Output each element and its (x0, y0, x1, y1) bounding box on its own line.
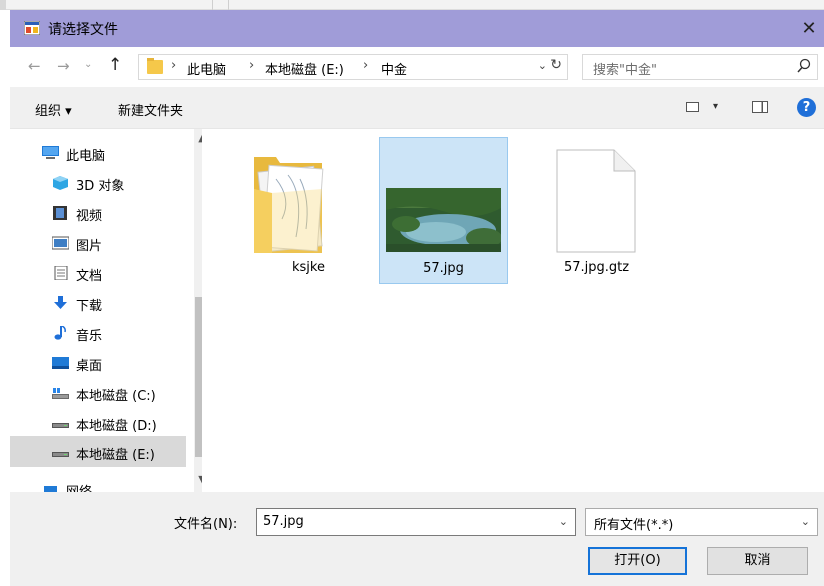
video-icon (53, 206, 67, 220)
search-placeholder: 搜索"中金" (593, 63, 657, 78)
computer-icon (42, 146, 59, 159)
search-input[interactable]: 搜索"中金" (582, 54, 818, 80)
folder-icon (254, 157, 324, 253)
filename-input[interactable]: 57.jpg ⌄ (256, 508, 576, 536)
scroll-up-icon[interactable]: ▲ (194, 131, 202, 144)
filetype-value: 所有文件(*.*) (594, 518, 674, 533)
chevron-down-icon[interactable]: ⌄ (801, 515, 810, 528)
breadcrumb-this-pc[interactable]: 此电脑 (187, 59, 226, 78)
blank-file-icon (556, 149, 636, 253)
folder-icon (147, 58, 163, 74)
sidebar-item-label: 文档 (76, 269, 103, 284)
desktop-icon (52, 357, 69, 369)
address-dropdown-icon[interactable]: ⌄ (538, 59, 547, 72)
breadcrumb-drive-e[interactable]: 本地磁盘 (E:) (265, 59, 344, 78)
filetype-select[interactable]: 所有文件(*.*) ⌄ (585, 508, 818, 536)
sidebar-scrollbar[interactable]: ▲ ▼ (194, 129, 202, 492)
breadcrumb-separator: › (171, 58, 177, 73)
file-name: ksjke (292, 260, 325, 275)
cancel-button[interactable]: 取消 (707, 547, 808, 575)
close-button[interactable]: ✕ (794, 10, 824, 47)
sidebar-item-label: 网络 (66, 481, 92, 492)
navigation-pane[interactable]: 此电脑 3D 对象 视频 图片 文档 下载 音乐 桌面 本地磁盘 (C:) 本地… (10, 129, 202, 492)
cube-icon (53, 176, 68, 190)
filename-value: 57.jpg (263, 514, 304, 529)
sidebar-item-documents[interactable]: 文档 (10, 259, 186, 288)
help-icon[interactable]: ? (797, 98, 816, 117)
sidebar-item-drive-d[interactable]: 本地磁盘 (D:) (10, 409, 186, 438)
sidebar-item-label: 图片 (76, 239, 103, 254)
drive-c-icon (52, 388, 69, 399)
address-bar[interactable]: › 此电脑 › 本地磁盘 (E:) › 中金 ⌄ ↻ (138, 54, 568, 80)
network-icon (44, 486, 57, 492)
refresh-icon[interactable]: ↻ (550, 57, 562, 73)
view-mode-icon[interactable] (686, 102, 699, 112)
title-bar: 请选择文件 ✕ (10, 10, 824, 47)
file-item-folder[interactable]: ksjke (244, 137, 373, 284)
sidebar-item-desktop[interactable]: 桌面 (10, 349, 186, 378)
sidebar-item-label: 下载 (76, 299, 103, 314)
sidebar-item-3d-objects[interactable]: 3D 对象 (10, 169, 186, 198)
recent-locations-button[interactable]: ⌄ (84, 59, 92, 70)
preview-pane-icon[interactable] (752, 101, 768, 113)
document-icon (54, 266, 68, 280)
sidebar-item-network[interactable]: 网络 (10, 475, 186, 492)
sidebar-item-drive-c[interactable]: 本地磁盘 (C:) (10, 379, 186, 408)
forward-button[interactable]: → (57, 57, 70, 75)
sidebar-item-label: 此电脑 (66, 149, 106, 164)
sidebar-item-label: 桌面 (76, 359, 103, 374)
background-window-edge (0, 0, 824, 10)
bottom-panel: 文件名(N): 57.jpg ⌄ 所有文件(*.*) ⌄ 打开(O) 取消 (10, 492, 824, 586)
filename-label: 文件名(N): (174, 517, 238, 532)
file-name: 57.jpg.gtz (563, 260, 630, 275)
sidebar-item-label: 3D 对象 (76, 179, 125, 194)
search-icon[interactable] (797, 58, 811, 74)
sidebar-item-label: 本地磁盘 (D:) (76, 419, 157, 434)
file-list[interactable]: ksjke 57.jpg 57.jpg.gtz (202, 129, 824, 492)
sidebar-item-drive-e[interactable]: 本地磁盘 (E:) (10, 436, 186, 467)
chevron-down-icon[interactable]: ⌄ (559, 515, 568, 528)
sidebar-item-music[interactable]: 音乐 (10, 319, 186, 348)
address-row: ← → ⌄ ↑ › 此电脑 › 本地磁盘 (E:) › 中金 ⌄ ↻ 搜索"中金… (10, 47, 824, 87)
breadcrumb-zhongjin[interactable]: 中金 (381, 59, 407, 78)
sidebar-item-label: 本地磁盘 (E:) (76, 448, 155, 463)
back-button[interactable]: ← (28, 57, 41, 75)
up-button[interactable]: ↑ (108, 55, 122, 75)
window-title: 请选择文件 (48, 22, 118, 38)
picture-icon (52, 236, 69, 250)
file-item-image[interactable]: 57.jpg (379, 137, 508, 284)
toolbar: 组织 ▾ 新建文件夹 ▾ ? (10, 87, 824, 129)
app-icon (24, 21, 40, 35)
file-item-generic[interactable]: 57.jpg.gtz (532, 137, 661, 284)
music-icon (54, 326, 66, 340)
image-thumbnail (386, 188, 501, 252)
file-name: 57.jpg (423, 261, 464, 276)
drive-icon (52, 452, 69, 457)
scroll-down-icon[interactable]: ▼ (194, 473, 202, 486)
download-icon (54, 296, 67, 309)
sidebar-item-this-pc[interactable]: 此电脑 (10, 139, 186, 168)
view-dropdown-icon[interactable]: ▾ (713, 101, 718, 112)
breadcrumb-separator: › (249, 58, 255, 73)
scroll-thumb[interactable] (195, 297, 202, 457)
new-folder-button[interactable]: 新建文件夹 (118, 100, 183, 119)
organize-button[interactable]: 组织 ▾ (35, 100, 72, 119)
sidebar-item-pictures[interactable]: 图片 (10, 229, 186, 258)
sidebar-item-downloads[interactable]: 下载 (10, 289, 186, 318)
sidebar-item-label: 视频 (76, 209, 103, 224)
open-button[interactable]: 打开(O) (588, 547, 687, 575)
breadcrumb-separator: › (363, 58, 369, 73)
sidebar-item-videos[interactable]: 视频 (10, 199, 186, 228)
sidebar-item-label: 音乐 (76, 329, 103, 344)
drive-icon (52, 423, 69, 428)
sidebar-item-label: 本地磁盘 (C:) (76, 389, 156, 404)
